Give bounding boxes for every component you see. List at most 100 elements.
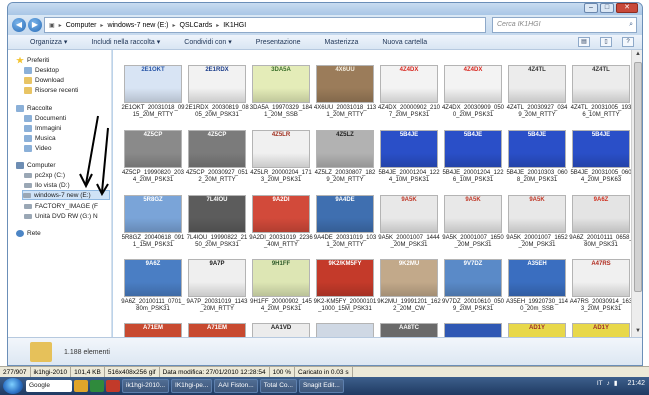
taskbar-item-3[interactable]: AAI Fiston... [214, 379, 258, 393]
nav-recent[interactable]: Risorse recenti [24, 85, 78, 95]
nav-drive-g[interactable]: Unità DVD RW (G:) N [24, 211, 98, 221]
file-name[interactable]: 9A4DE_20031019_1031_20M_RTTY [313, 235, 377, 249]
network-tray-icon[interactable]: ▮ [614, 379, 618, 387]
file-name[interactable]: 9H1FF_20000902_1454_20M_PSK31 [249, 299, 313, 313]
file-thumbnail[interactable]: AD1Y [572, 323, 630, 337]
file-name[interactable]: 9A5K_20001007_1650_20M_PSK31 [441, 235, 505, 249]
volume-icon[interactable]: ♪ [607, 380, 610, 387]
taskbar-item-2[interactable]: IK1hgi-pe... [171, 379, 213, 393]
file-thumbnail[interactable]: 9A6Z [572, 195, 630, 233]
file-thumbnail[interactable]: 4X6UU [316, 65, 374, 103]
file-name[interactable]: A47RS_20030914_1633_20M_PSK31 [569, 299, 631, 313]
help-icon[interactable]: ? [622, 37, 634, 47]
file-name[interactable]: 4Z4DX_20000902_2107_20M_PSK31 [377, 105, 441, 119]
file-thumbnail[interactable]: 2E1OKT [124, 65, 182, 103]
file-name[interactable]: 4Z5CP_20030927_0512_20M_RTTY [185, 170, 249, 184]
program-taskbar-icon[interactable] [90, 380, 104, 392]
file-thumbnail[interactable]: 9A5K [380, 195, 438, 233]
file-thumbnail[interactable]: AA8TC [380, 323, 438, 337]
file-thumbnail[interactable]: 9A7P [188, 259, 246, 297]
file-name[interactable]: 5B4JE_20001204_1224_10M_PSK31 [377, 170, 441, 184]
file-name[interactable]: 3DA5A_19970329_1841_20M_SSB [249, 105, 313, 119]
explorer-taskbar-icon[interactable] [74, 380, 88, 392]
file-thumbnail[interactable]: 9A2DI [252, 195, 310, 233]
file-thumbnail[interactable]: 4Z5CP [124, 130, 182, 168]
organize-button[interactable]: Organizza ▾ [30, 38, 67, 46]
file-thumbnail[interactable]: 9H1FF [252, 259, 310, 297]
file-name[interactable]: 9V7DZ_20010610_0509_20M_PSK31 [441, 299, 505, 313]
file-thumbnail[interactable]: A71EM [188, 323, 246, 337]
scroll-down-icon[interactable]: ▼ [634, 328, 642, 336]
file-name[interactable]: 9A6Z_20010111_0658_80M_PSK31 [569, 235, 631, 249]
clock[interactable]: 21:42 [627, 380, 645, 387]
file-thumbnail[interactable]: AA1VD [252, 323, 310, 337]
search-icon[interactable]: ⌕ [629, 18, 633, 32]
file-name[interactable]: 9A7P_20031019_1143_20M_RTTY [185, 299, 249, 313]
breadcrumb-ik1hgi[interactable]: IK1HGI [223, 22, 246, 29]
language-indicator[interactable]: IT [597, 380, 603, 387]
file-name[interactable]: 4X6UU_20031018_1131_20M_RTTY [313, 105, 377, 119]
file-thumbnail[interactable]: 9K2/KM5FY [316, 259, 374, 297]
view-options-icon[interactable]: ▤ [578, 37, 590, 47]
slideshow-button[interactable]: Presentazione [256, 39, 301, 46]
forward-button[interactable]: ▶ [28, 18, 42, 32]
nav-libraries[interactable]: Raccolte [16, 103, 52, 113]
file-name[interactable]: 2E1RDX_20030819_0805_20M_PSK31 [185, 105, 249, 119]
file-name[interactable]: 4Z4TL_20030927_0349_20M_RTTY [505, 105, 569, 119]
file-thumbnail[interactable]: 9A4DE [316, 195, 374, 233]
start-button[interactable] [3, 378, 23, 394]
file-name[interactable]: 9A5K_20001007_1652_20M_PSK31 [505, 235, 569, 249]
breadcrumb-drive[interactable]: windows-7 new (E:) [107, 22, 168, 29]
file-thumbnail[interactable]: 4Z4TL [572, 65, 630, 103]
file-thumbnail[interactable] [444, 323, 502, 337]
google-search-box[interactable]: Google [26, 380, 72, 392]
file-name[interactable]: 4Z4TL_20031005_1936_10M_RTTY [569, 105, 631, 119]
taskbar-item-1[interactable]: ik1hgi-2010... [122, 379, 170, 393]
breadcrumb-qslcards[interactable]: QSLCards [180, 22, 213, 29]
file-name[interactable]: 4Z4DX_20030909_0500_20M_PSK31 [441, 105, 505, 119]
nav-favorites[interactable]: Preferiti [16, 55, 49, 65]
file-thumbnail[interactable]: 5B4JE [380, 130, 438, 168]
file-thumbnail[interactable]: 4Z4TL [508, 65, 566, 103]
file-thumbnail[interactable]: 4Z5LZ [316, 130, 374, 168]
file-thumbnail[interactable]: 5B4JE [572, 130, 630, 168]
scroll-up-icon[interactable]: ▲ [634, 51, 642, 59]
nav-drive-c[interactable]: pc2xp (C:) [24, 170, 65, 180]
file-name[interactable]: 2E1OKT_20031018_0915_20M_RTTY [121, 105, 185, 119]
file-thumbnail[interactable]: 3DA5A [252, 65, 310, 103]
file-name[interactable]: 5R8GZ_20040618_0911_15M_PSK31 [121, 235, 185, 249]
nav-download[interactable]: Download [24, 75, 64, 85]
new-folder-button[interactable]: Nuova cartella [382, 39, 427, 46]
file-name[interactable]: 9A6Z_20100111_0701_80m_PSK31 [121, 299, 185, 313]
file-thumbnail[interactable]: A47RS [572, 259, 630, 297]
file-thumbnail[interactable]: 5B4JE [444, 130, 502, 168]
file-name[interactable]: A35EH_19920730_1140_20m_SSB [505, 299, 569, 313]
maximize-button[interactable]: □ [600, 3, 614, 13]
file-thumbnail[interactable]: 5R8GZ [124, 195, 182, 233]
file-name[interactable]: 5B4JE_20010303_0608_20M_PSK31 [505, 170, 569, 184]
vertical-scrollbar[interactable]: ▲ ▼ [631, 50, 642, 337]
file-name[interactable]: 4Z5LR_20000204_1713_20M_PSK31 [249, 170, 313, 184]
file-thumbnail[interactable]: 4Z5LR [252, 130, 310, 168]
file-thumbnail[interactable]: 4Z4DX [444, 65, 502, 103]
file-name[interactable]: 9A2DI_20031019_2236_40M_RTTY [249, 235, 313, 249]
preview-pane-icon[interactable]: ▯ [600, 37, 612, 47]
nav-drive-f[interactable]: FACTORY_IMAGE (F [24, 201, 98, 211]
nav-images[interactable]: Immagini [24, 123, 61, 133]
program-taskbar-icon[interactable] [106, 380, 120, 392]
burn-button[interactable]: Masterizza [325, 39, 359, 46]
nav-music[interactable]: Musica [24, 133, 56, 143]
file-name[interactable]: 9K2MU_19991201_1622_20M_CW [377, 299, 441, 313]
file-thumbnail[interactable]: 4Z4DX [380, 65, 438, 103]
file-name[interactable]: 4Z5CP_19990820_2034_20M_PSK31 [121, 170, 185, 184]
file-thumbnail[interactable]: 2E1RDX [188, 65, 246, 103]
nav-video[interactable]: Video [24, 143, 52, 153]
file-thumbnail[interactable]: 5B4JE [508, 130, 566, 168]
file-name[interactable]: 7L4IOU_19990822_2150_20M_PSK31 [185, 235, 249, 249]
file-thumbnail[interactable]: 9A5K [508, 195, 566, 233]
share-with-button[interactable]: Condividi con ▾ [184, 38, 231, 46]
nav-network[interactable]: Rete [16, 228, 41, 238]
file-thumbnail[interactable]: 9A5K [444, 195, 502, 233]
file-thumbnail[interactable]: A35EH [508, 259, 566, 297]
file-thumbnail[interactable]: AD1Y [508, 323, 566, 337]
